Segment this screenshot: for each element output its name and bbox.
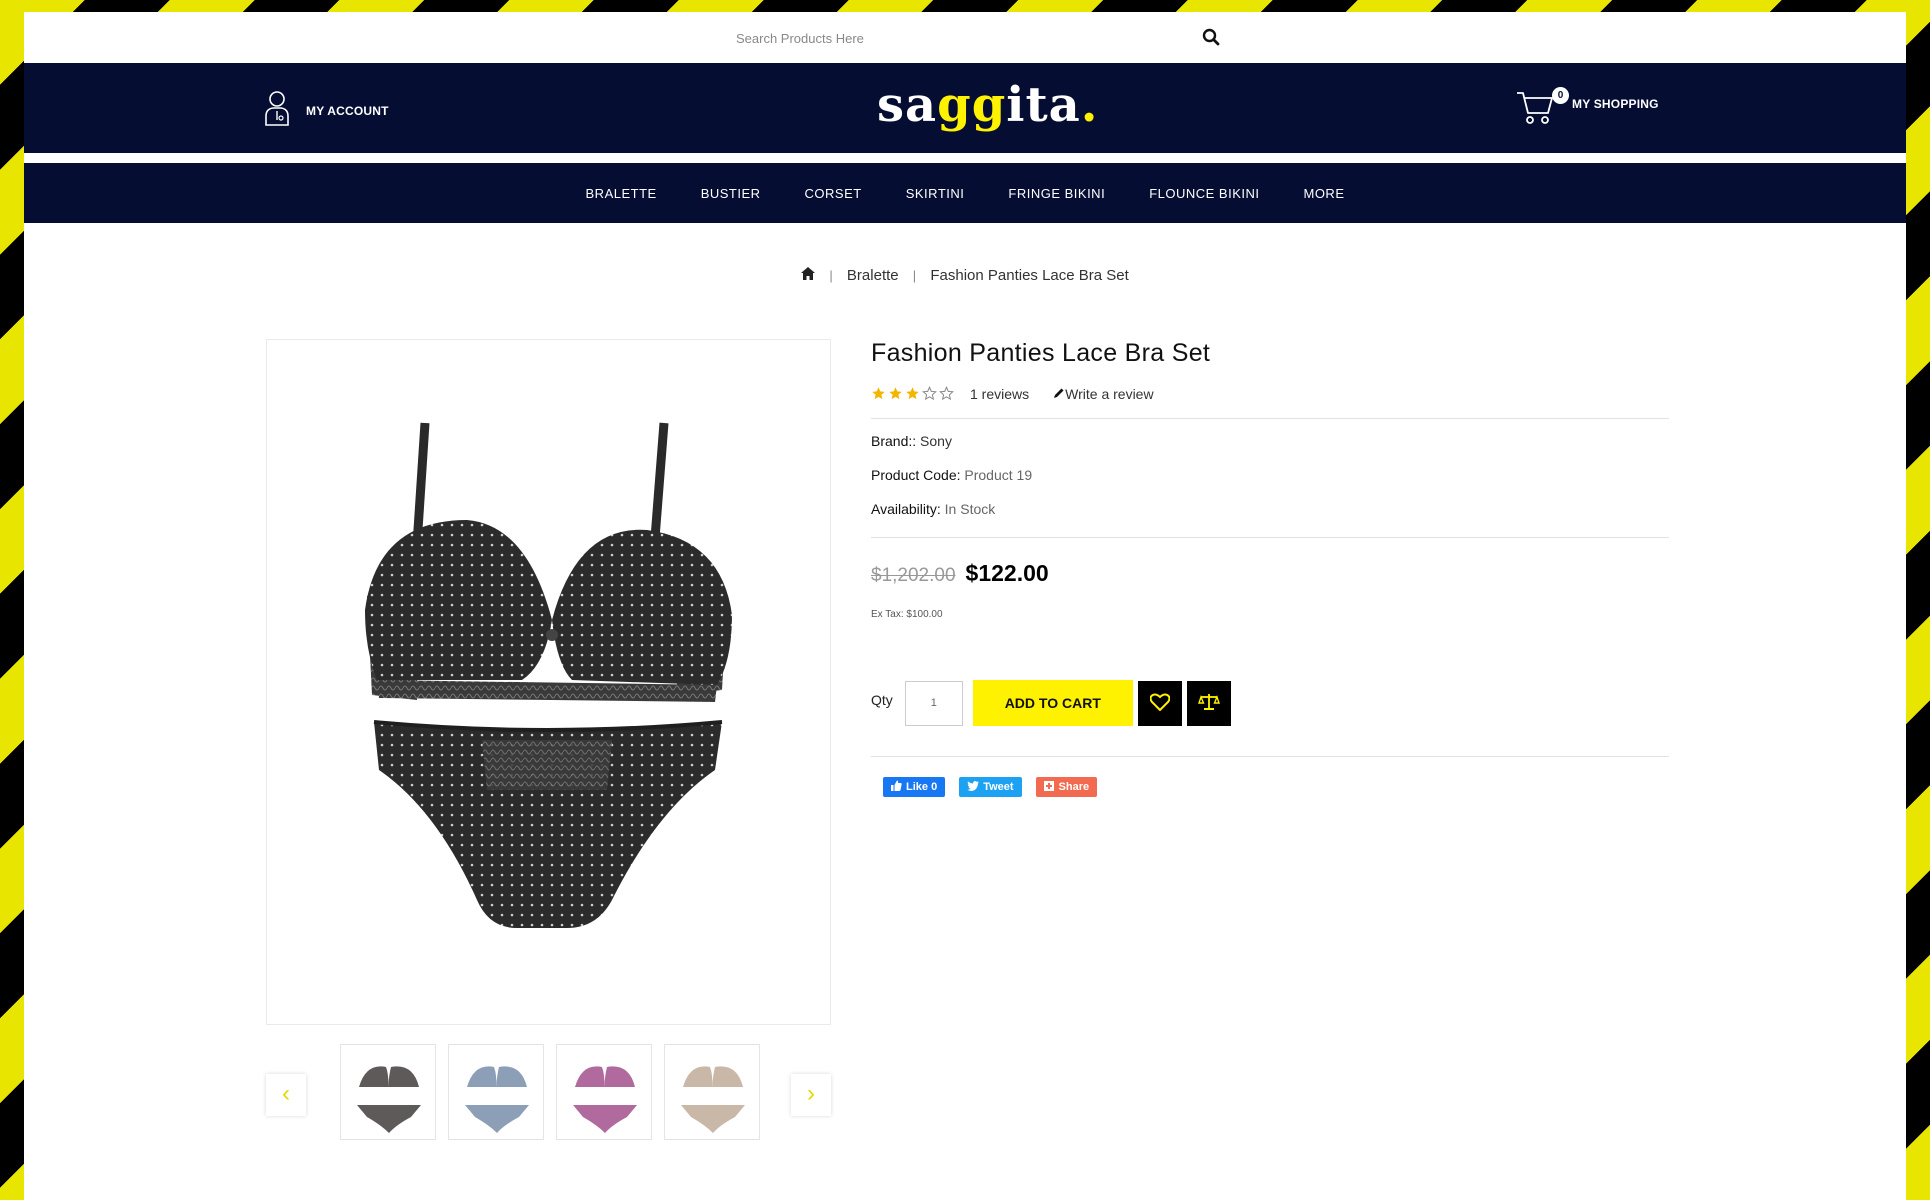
breadcrumb-separator: | [829, 267, 833, 283]
facebook-like-button[interactable]: Like 0 [883, 777, 946, 797]
thumbnail-3-image [573, 1066, 637, 1133]
tweet-label: Tweet [983, 781, 1014, 793]
home-icon[interactable] [801, 266, 816, 284]
social-buttons: Like 0 Tweet Share [883, 777, 1669, 797]
nav-item-bustier[interactable]: BUSTIER [701, 186, 761, 201]
chevron-left-icon: ‹ [282, 1080, 290, 1107]
divider [871, 756, 1669, 757]
divider [871, 537, 1669, 538]
brand-value[interactable]: Sony [920, 433, 952, 449]
product-meta: Brand:: Sony Product Code: Product 19 Av… [871, 433, 1669, 521]
star-filled-icon [888, 386, 904, 402]
share-label: Share [1058, 781, 1090, 793]
share-button[interactable]: Share [1035, 777, 1098, 797]
carousel-next-button[interactable]: › [791, 1074, 831, 1116]
saggita-logo[interactable]: saggita. [877, 77, 1098, 133]
search-icon[interactable] [1202, 28, 1224, 50]
purchase-row: Qty ADD TO CART [871, 680, 1669, 726]
my-shopping-cart[interactable]: 0 MY SHOPPING [1516, 87, 1659, 130]
reviews-count-link[interactable]: 1 reviews [970, 386, 1029, 402]
breadcrumb-current[interactable]: Fashion Panties Lace Bra Set [930, 267, 1128, 284]
write-review-link[interactable]: Write a review [1053, 386, 1154, 402]
thumbnail-4-image [681, 1066, 745, 1133]
carousel-prev-button[interactable]: ‹ [266, 1074, 306, 1116]
balance-scale-icon [1197, 692, 1220, 715]
thumbs-up-icon [891, 780, 902, 794]
rating-row: 1 reviews Write a review [871, 386, 1669, 402]
nav-item-skirtini[interactable]: SKIRTINI [906, 186, 965, 201]
availability-value: In Stock [944, 501, 996, 517]
ex-tax-label: Ex Tax: $100.00 [871, 609, 943, 620]
thumbnail-4[interactable] [664, 1044, 760, 1140]
thumbnail-1[interactable] [340, 1044, 436, 1140]
star-filled-icon [905, 386, 921, 402]
my-account-label: MY ACCOUNT [306, 103, 389, 118]
my-shopping-label: MY SHOPPING [1572, 96, 1659, 111]
twitter-bird-icon [967, 780, 980, 794]
pencil-icon [1053, 386, 1065, 402]
logo-text-part3: ita [1006, 77, 1081, 133]
nav-item-flounce-bikini[interactable]: FLOUNCE BIKINI [1149, 186, 1259, 201]
brand-row: Brand:: Sony [871, 433, 1669, 453]
chevron-right-icon: › [807, 1080, 815, 1107]
add-to-cart-button[interactable]: ADD TO CART [972, 680, 1133, 726]
write-review-label: Write a review [1065, 386, 1154, 402]
facebook-like-label: Like 0 [906, 781, 938, 793]
qty-label: Qty [871, 692, 893, 708]
thumbnail-2-image [465, 1066, 529, 1133]
thumbnail-carousel: ‹ › [266, 1044, 831, 1140]
rating-stars [871, 386, 956, 402]
current-price: $122.00 [965, 560, 1049, 586]
nav-item-corset[interactable]: CORSET [805, 186, 862, 201]
quantity-input[interactable] [904, 680, 963, 726]
breadcrumb: | Bralette | Fashion Panties Lace Bra Se… [24, 266, 1906, 284]
breadcrumb-separator: | [912, 267, 917, 283]
old-price: $1,202.00 [871, 565, 956, 586]
heart-icon [1149, 693, 1171, 714]
page-frame: MY ACCOUNT saggita. 0 MY SHOPPING BRALET… [24, 12, 1906, 1200]
cart-icon [1516, 87, 1554, 130]
product-title: Fashion Panties Lace Bra Set [871, 339, 1211, 367]
product-info: Fashion Panties Lace Bra Set 1 reviews W… [871, 339, 1669, 797]
availability-label: Availability: [871, 501, 941, 517]
divider [871, 418, 1669, 419]
search-box [730, 24, 1230, 52]
price-row: $1,202.00 $122.00 [871, 560, 1669, 587]
nav-item-fringe-bikini[interactable]: FRINGE BIKINI [1008, 186, 1105, 201]
star-empty-icon [939, 386, 955, 402]
nav-item-more[interactable]: MORE [1303, 186, 1344, 201]
product-code-value: Product 19 [964, 467, 1033, 483]
site-header: MY ACCOUNT saggita. 0 MY SHOPPING [24, 63, 1906, 153]
star-filled-icon [871, 386, 887, 402]
thumbnail-2[interactable] [448, 1044, 544, 1140]
thumbnail-3[interactable] [556, 1044, 652, 1140]
availability-row: Availability: In Stock [871, 501, 1669, 521]
brand-label: Brand:: [871, 433, 917, 449]
search-input[interactable] [730, 24, 1190, 52]
breadcrumb-link-bralette[interactable]: Bralette [847, 267, 899, 284]
plus-share-icon [1043, 780, 1054, 794]
star-empty-icon [922, 386, 938, 402]
product-main-image[interactable] [266, 339, 831, 1025]
logo-text-part2: gg [937, 77, 1007, 133]
wishlist-button[interactable] [1137, 680, 1182, 726]
thumbnail-1-image [357, 1066, 421, 1133]
nav-item-bralette[interactable]: BRALETTE [586, 186, 657, 201]
cart-count-badge: 0 [1552, 87, 1569, 104]
logo-text-part1: sa [877, 77, 938, 133]
search-strip [24, 12, 1906, 63]
product-code-row: Product Code: Product 19 [871, 467, 1669, 487]
tweet-button[interactable]: Tweet [959, 777, 1022, 797]
product-code-label: Product Code: [871, 467, 961, 483]
my-account-link[interactable]: MY ACCOUNT [264, 90, 389, 131]
compare-button[interactable] [1186, 680, 1231, 726]
bra-set-illustration [365, 422, 732, 928]
main-nav: BRALETTE BUSTIER CORSET SKIRTINI FRINGE … [24, 163, 1906, 223]
user-icon [264, 90, 292, 131]
logo-dot: . [1080, 77, 1099, 133]
